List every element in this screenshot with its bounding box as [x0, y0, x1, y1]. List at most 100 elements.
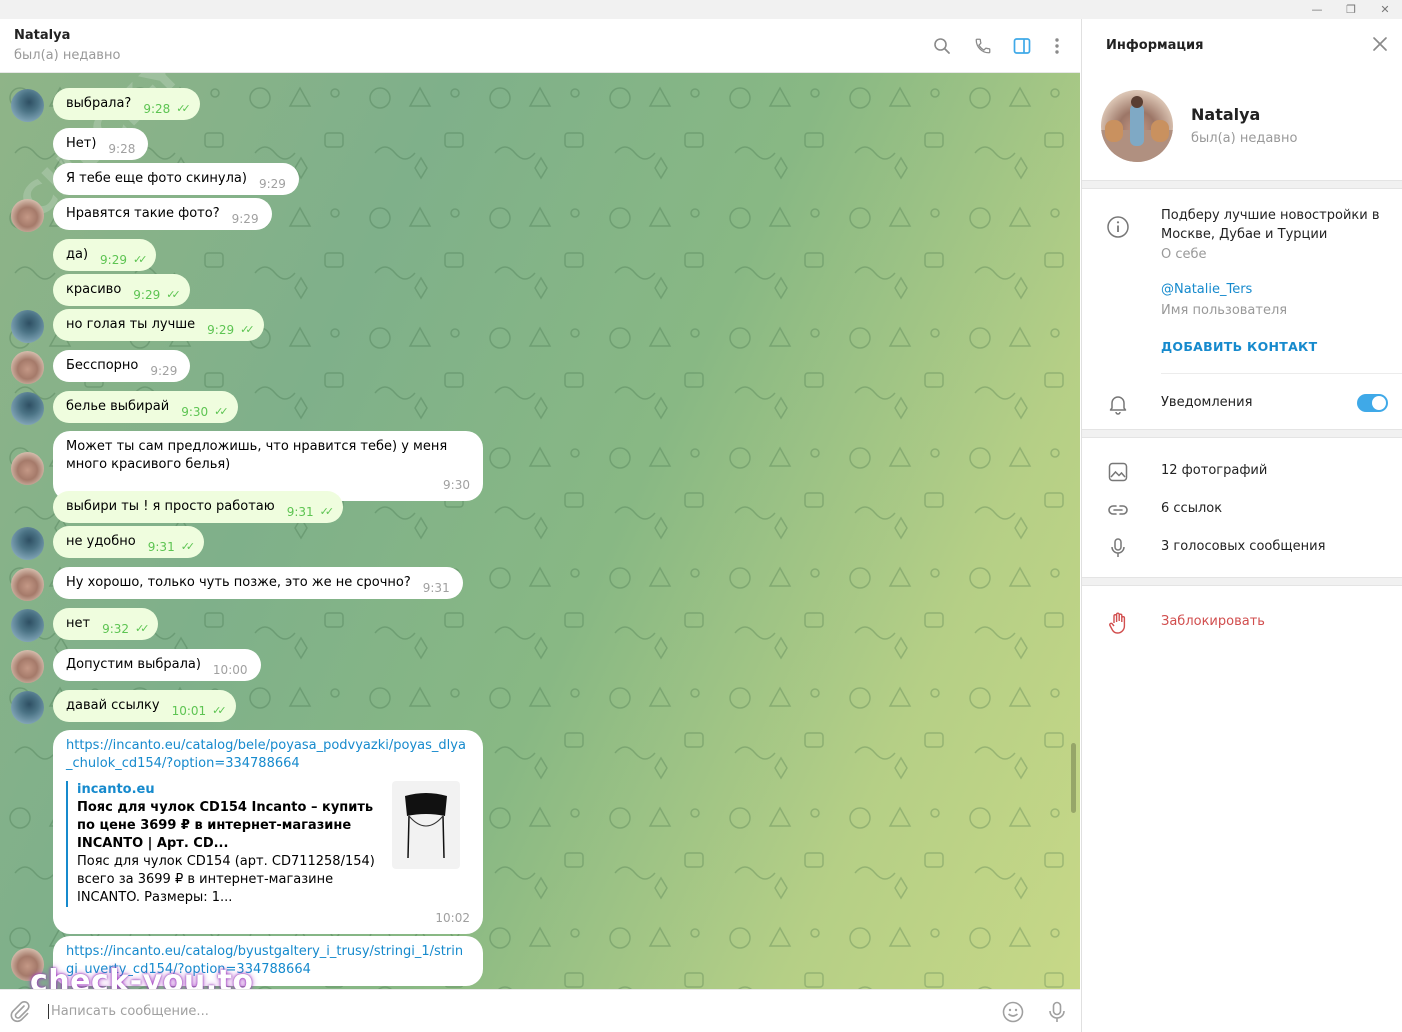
double-check-icon: ✓✓: [132, 253, 148, 266]
message-text: выбрала?: [66, 96, 132, 111]
emoji-icon[interactable]: [1001, 1000, 1025, 1028]
notifications-toggle[interactable]: [1357, 394, 1388, 412]
message-input[interactable]: Написать сообщение...: [48, 1004, 209, 1019]
double-check-icon: ✓✓: [212, 704, 227, 717]
message-time: 9:28: [143, 102, 171, 116]
message-input-bar[interactable]: Написать сообщение...: [0, 989, 1080, 1032]
outgoing-message[interactable]: но голая ты лучше 9:29 ✓✓: [53, 309, 264, 341]
outgoing-message[interactable]: красиво 9:29 ✓✓: [53, 274, 190, 306]
sender-avatar[interactable]: [11, 452, 44, 485]
outgoing-message[interactable]: давай ссылку 10:01 ✓✓: [53, 690, 236, 722]
message-text: красиво: [66, 282, 122, 297]
info-panel-title: Информация: [1106, 38, 1204, 53]
message-time: 9:29: [207, 323, 235, 337]
message-time: 9:31: [147, 540, 175, 554]
maximize-button[interactable]: ❐: [1334, 0, 1368, 19]
sender-avatar[interactable]: [11, 89, 44, 122]
sidebar-toggle-icon[interactable]: [1010, 34, 1034, 58]
message-time: 9:32: [102, 622, 130, 636]
close-window-button[interactable]: ✕: [1368, 0, 1402, 19]
chat-scrollbar[interactable]: [1071, 743, 1076, 813]
sender-avatar[interactable]: [11, 527, 44, 560]
message-text: Я тебе еще фото скинула): [66, 171, 247, 186]
chat-title[interactable]: Natalya: [14, 28, 70, 43]
message-time: 9:30: [181, 405, 209, 419]
sender-avatar[interactable]: [11, 691, 44, 724]
chat-status: был(а) недавно: [14, 48, 121, 63]
voice-messages-link[interactable]: 3 голосовых сообщения: [1161, 539, 1325, 554]
section-divider: [1082, 429, 1402, 438]
sender-avatar[interactable]: [11, 199, 44, 232]
double-check-icon: ✓✓: [135, 622, 150, 635]
outgoing-message[interactable]: выбрала? 9:28 ✓✓: [53, 88, 200, 120]
phone-icon[interactable]: [971, 34, 995, 58]
outgoing-message[interactable]: нет 9:32 ✓✓: [53, 608, 159, 640]
incoming-message[interactable]: Ну хорошо, только чуть позже, это же не …: [53, 567, 463, 599]
message-time: 10:00: [212, 663, 248, 677]
close-icon[interactable]: [1372, 36, 1388, 56]
message-text: не удобно: [66, 534, 136, 549]
photo-icon: [1106, 460, 1130, 488]
attach-icon[interactable]: [8, 1000, 32, 1028]
add-contact-button[interactable]: ДОБАВИТЬ КОНТАКТ: [1161, 339, 1317, 354]
message-text: давай ссылку: [66, 698, 160, 713]
sender-avatar[interactable]: [11, 568, 44, 601]
links-link[interactable]: 6 ссылок: [1161, 501, 1222, 516]
photos-link[interactable]: 12 фотографий: [1161, 463, 1267, 478]
profile-bio: Подберу лучшие новостройки в Москве, Дуб…: [1161, 208, 1380, 242]
message-text: Может ты сам предложишь, что нравится те…: [66, 439, 448, 472]
section-divider: [1082, 180, 1402, 189]
message-time: 9:29: [133, 288, 161, 302]
message-text: Нет): [66, 136, 97, 151]
sender-avatar[interactable]: [11, 351, 44, 384]
message-time: 9:28: [108, 142, 136, 156]
preview-title: Пояс для чулок CD154 Incanto – купить по…: [77, 800, 374, 851]
search-icon[interactable]: [930, 34, 954, 58]
more-icon[interactable]: [1045, 34, 1069, 58]
sender-avatar[interactable]: [11, 609, 44, 642]
incoming-message[interactable]: Я тебе еще фото скинула) 9:29: [53, 163, 299, 195]
outgoing-message[interactable]: да) 9:29 ✓✓: [53, 239, 157, 271]
sender-avatar[interactable]: [11, 650, 44, 683]
separator: [1161, 373, 1402, 374]
double-check-icon: ✓✓: [319, 505, 335, 518]
username-label: Имя пользователя: [1161, 303, 1288, 318]
sender-avatar[interactable]: [11, 392, 44, 425]
info-icon: [1106, 215, 1130, 243]
message-time: 9:29: [258, 177, 286, 191]
message-link[interactable]: https://incanto.eu/catalog/bele/poyasa_p…: [66, 737, 471, 773]
incoming-message[interactable]: Допустим выбрала) 10:00: [53, 649, 261, 681]
double-check-icon: ✓✓: [166, 288, 181, 301]
message-time: 9:30: [443, 478, 470, 492]
message-text: Допустим выбрала): [66, 657, 201, 672]
outgoing-message[interactable]: выбири ты ! я просто работаю 9:31 ✓✓: [53, 491, 344, 523]
window-titlebar: — ❐ ✕: [0, 0, 1402, 19]
link-message[interactable]: https://incanto.eu/catalog/bele/poyasa_p…: [53, 730, 483, 934]
outgoing-message[interactable]: не удобно 9:31 ✓✓: [53, 526, 205, 558]
double-check-icon: ✓✓: [180, 540, 196, 553]
link-preview[interactable]: incanto.eu Пояс для чулок CD154 Incanto …: [66, 781, 460, 907]
incoming-message[interactable]: Бесспорно 9:29: [53, 350, 191, 382]
bell-icon: [1106, 392, 1130, 420]
microphone-icon[interactable]: [1045, 1000, 1069, 1028]
incoming-message[interactable]: Нравятся такие фото? 9:29: [53, 198, 272, 230]
profile-avatar[interactable]: [1101, 90, 1173, 162]
double-check-icon: ✓✓: [240, 323, 255, 336]
message-time: 9:29: [231, 212, 259, 226]
double-check-icon: ✓✓: [214, 405, 229, 418]
incoming-message[interactable]: Нет) 9:28: [53, 128, 149, 160]
chat-header[interactable]: Natalya был(а) недавно: [0, 19, 1080, 73]
message-text: Ну хорошо, только чуть позже, это же не …: [66, 575, 411, 590]
sender-avatar[interactable]: [11, 310, 44, 343]
chat-messages-area[interactable]: CHECK-YOU.ME выбрала?9:28✓✓Нет)9:28Я теб…: [0, 73, 1080, 989]
message-text: Нравятся такие фото?: [66, 206, 220, 221]
message-time: 10:02: [435, 911, 470, 925]
profile-username[interactable]: @Natalie_Ters: [1161, 282, 1252, 297]
minimize-button[interactable]: —: [1300, 0, 1334, 19]
profile-status: был(а) недавно: [1191, 131, 1298, 146]
preview-site: incanto.eu: [77, 782, 155, 797]
preview-description: Пояс для чулок CD154 (арт. CD711258/154)…: [77, 854, 375, 905]
block-button[interactable]: Заблокировать: [1161, 614, 1265, 629]
outgoing-message[interactable]: белье выбирай 9:30 ✓✓: [53, 391, 238, 423]
message-time: 9:29: [100, 253, 127, 267]
